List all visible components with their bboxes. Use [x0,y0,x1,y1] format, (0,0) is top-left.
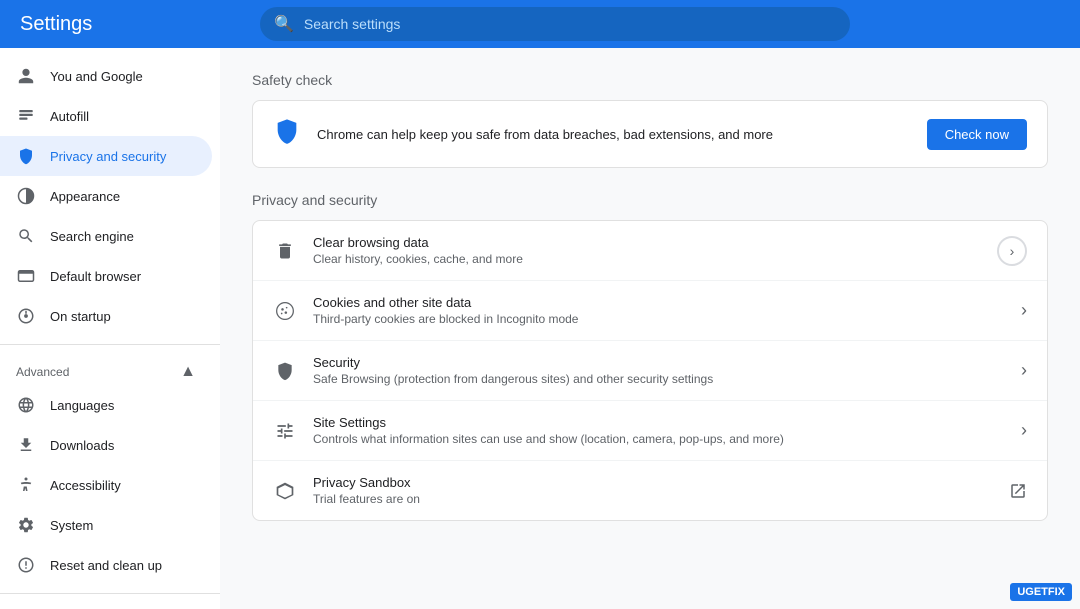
safety-check-section-title: Safety check [252,72,1048,88]
watermark: UGETFIX [1010,583,1072,601]
privacy-sandbox-subtitle: Trial features are on [313,492,993,506]
sidebar-item-privacy-and-security[interactable]: Privacy and security [0,136,212,176]
search-engine-icon [16,226,36,246]
sidebar-label-privacy: Privacy and security [50,149,166,164]
sidebar-label-system: System [50,518,93,533]
browser-icon [16,266,36,286]
settings-row-privacy-sandbox[interactable]: Privacy Sandbox Trial features are on [253,461,1047,520]
sidebar-item-autofill[interactable]: Autofill [0,96,212,136]
sidebar: You and Google Autofill Privacy and secu… [0,48,220,609]
settings-row-cookies[interactable]: Cookies and other site data Third-party … [253,281,1047,341]
site-settings-action: › [1021,420,1027,441]
sidebar-item-languages[interactable]: Languages [0,385,212,425]
sidebar-label-you-and-google: You and Google [50,69,143,84]
settings-row-site-settings[interactable]: Site Settings Controls what information … [253,401,1047,461]
sidebar-item-system[interactable]: System [0,505,212,545]
cookies-content: Cookies and other site data Third-party … [313,295,1005,326]
sidebar-item-default-browser[interactable]: Default browser [0,256,212,296]
settings-row-security[interactable]: Security Safe Browsing (protection from … [253,341,1047,401]
sidebar-item-on-startup[interactable]: On startup [0,296,212,336]
accessibility-icon [16,475,36,495]
autofill-icon [16,106,36,126]
appearance-icon [16,186,36,206]
sidebar-item-downloads[interactable]: Downloads [0,425,212,465]
privacy-section-title: Privacy and security [252,192,1048,208]
sidebar-label-appearance: Appearance [50,189,120,204]
sidebar-item-appearance[interactable]: Appearance [0,176,212,216]
sidebar-item-you-and-google[interactable]: You and Google [0,56,212,96]
advanced-section-header[interactable]: Advanced ▲ [0,353,212,385]
sidebar-divider-2 [0,593,220,594]
person-icon [16,66,36,86]
privacy-sandbox-icon [273,479,297,503]
main-layout: You and Google Autofill Privacy and secu… [0,48,1080,609]
security-subtitle: Safe Browsing (protection from dangerous… [313,372,1005,386]
security-content: Security Safe Browsing (protection from … [313,355,1005,386]
chevron-up-icon: ▲ [180,363,196,381]
downloads-icon [16,435,36,455]
languages-icon [16,395,36,415]
safety-card-left: Chrome can help keep you safe from data … [273,117,773,151]
sidebar-label-languages: Languages [50,398,114,413]
sidebar-label-autofill: Autofill [50,109,89,124]
security-icon [273,359,297,383]
trash-icon [273,239,297,263]
cookies-action: › [1021,300,1027,321]
sidebar-item-extensions[interactable]: Extensions ⧉ [0,602,212,609]
circle-arrow-icon: › [997,236,1027,266]
sidebar-label-default-browser: Default browser [50,269,141,284]
system-icon [16,515,36,535]
external-link-action [1009,482,1027,500]
cookies-icon [273,299,297,323]
security-action: › [1021,360,1027,381]
sidebar-label-on-startup: On startup [50,309,111,324]
security-title: Security [313,355,1005,370]
cookies-subtitle: Third-party cookies are blocked in Incog… [313,312,1005,326]
safety-description: Chrome can help keep you safe from data … [317,127,773,142]
site-settings-icon [273,419,297,443]
sidebar-item-accessibility[interactable]: Accessibility [0,465,212,505]
reset-icon [16,555,36,575]
privacy-sandbox-content: Privacy Sandbox Trial features are on [313,475,993,506]
settings-row-clear-browsing[interactable]: Clear browsing data Clear history, cooki… [253,221,1047,281]
sidebar-item-search-engine[interactable]: Search engine [0,216,212,256]
site-settings-subtitle: Controls what information sites can use … [313,432,1005,446]
search-bar[interactable]: 🔍 [260,7,850,41]
clear-browsing-title: Clear browsing data [313,235,981,250]
startup-icon [16,306,36,326]
safety-shield-icon [273,117,301,151]
shield-icon [16,146,36,166]
clear-browsing-content: Clear browsing data Clear history, cooki… [313,235,981,266]
clear-browsing-subtitle: Clear history, cookies, cache, and more [313,252,981,266]
sidebar-label-reset: Reset and clean up [50,558,162,573]
search-icon: 🔍 [274,14,294,34]
privacy-sandbox-title: Privacy Sandbox [313,475,993,490]
clear-browsing-action: › [997,236,1027,266]
settings-title: Settings [20,13,240,36]
search-input[interactable] [304,16,836,32]
content-area: Safety check Chrome can help keep you sa… [220,48,1080,609]
sidebar-item-reset[interactable]: Reset and clean up [0,545,212,585]
sidebar-label-downloads: Downloads [50,438,114,453]
check-now-button[interactable]: Check now [927,119,1027,150]
safety-check-card: Chrome can help keep you safe from data … [252,100,1048,168]
site-settings-title: Site Settings [313,415,1005,430]
cookies-title: Cookies and other site data [313,295,1005,310]
sidebar-divider [0,344,220,345]
top-bar: Settings 🔍 [0,0,1080,48]
sidebar-label-accessibility: Accessibility [50,478,121,493]
privacy-settings-list: Clear browsing data Clear history, cooki… [252,220,1048,521]
sidebar-label-search-engine: Search engine [50,229,134,244]
site-settings-content: Site Settings Controls what information … [313,415,1005,446]
advanced-label: Advanced [16,365,69,379]
